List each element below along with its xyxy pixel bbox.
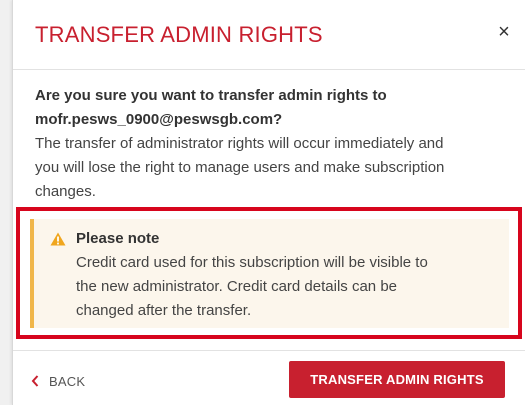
highlight-frame: Please note Credit card used for this su… [16, 207, 522, 339]
back-button[interactable]: BACK [31, 372, 85, 390]
info-line-2: you will lose the right to manage users … [35, 159, 445, 176]
confirmation-question: Are you sure you want to transfer admin … [35, 84, 515, 132]
dialog-body: Are you sure you want to transfer admin … [35, 84, 515, 204]
dialog-footer: BACK TRANSFER ADMIN RIGHTS [13, 350, 525, 405]
please-note-box: Please note Credit card used for this su… [30, 219, 509, 328]
info-line-3: changes. [35, 183, 96, 200]
transfer-admin-dialog: TRANSFER ADMIN RIGHTS × Are you sure you… [12, 0, 525, 405]
transfer-info-text: The transfer of administrator rights wil… [35, 132, 515, 204]
dialog-header: TRANSFER ADMIN RIGHTS × [13, 0, 525, 70]
warning-icon [50, 232, 66, 246]
info-line-1: The transfer of administrator rights wil… [35, 135, 444, 152]
close-icon[interactable]: × [492, 20, 516, 44]
back-label: BACK [49, 373, 86, 389]
dialog-title: TRANSFER ADMIN RIGHTS [35, 22, 323, 47]
question-line-1: Are you sure you want to transfer admin … [35, 87, 387, 104]
chevron-left-icon [31, 375, 39, 387]
question-line-2: mofr.pesws_0900@peswsgb.com? [35, 111, 283, 128]
note-title: Please note [76, 230, 160, 247]
note-line-2: the new administrator. Credit card detai… [76, 278, 397, 295]
note-line-3: changed after the transfer. [76, 302, 252, 319]
note-line-1: Credit card used for this subscription w… [76, 254, 428, 271]
transfer-admin-rights-button[interactable]: TRANSFER ADMIN RIGHTS [289, 361, 505, 398]
note-text: Credit card used for this subscription w… [76, 251, 496, 323]
